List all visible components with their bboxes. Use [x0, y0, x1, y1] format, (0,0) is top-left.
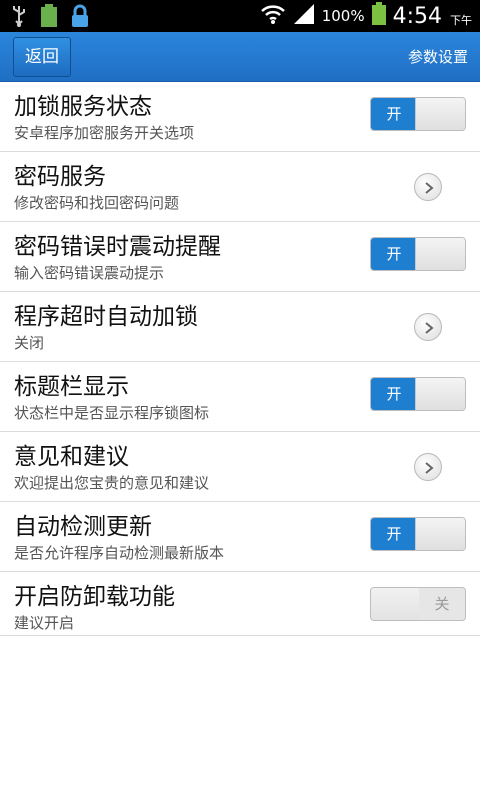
- setting-title: 密码服务: [14, 164, 106, 190]
- vibrate-toggle[interactable]: 开: [370, 237, 466, 271]
- setting-title: 加锁服务状态: [14, 94, 152, 120]
- usb-icon: [10, 4, 28, 32]
- setting-title: 标题栏显示: [14, 374, 129, 400]
- clock-time: 4:54: [392, 3, 442, 29]
- page-title: 参数设置: [407, 48, 468, 66]
- setting-lock-service-status[interactable]: 加锁服务状态 安卓程序加密服务开关选项 开: [0, 82, 480, 152]
- toggle-knob: [371, 588, 421, 620]
- battery-full-small-icon: [40, 3, 58, 33]
- setting-subtitle: 建议开启: [14, 614, 75, 632]
- wifi-icon: [260, 3, 286, 29]
- toggle-knob: [415, 378, 465, 410]
- setting-title: 意见和建议: [14, 444, 129, 470]
- setting-subtitle: 安卓程序加密服务开关选项: [14, 124, 195, 142]
- setting-title: 自动检测更新: [14, 514, 152, 540]
- status-bar-system: 100% 4:54 下午: [260, 0, 472, 32]
- clock-ampm: 下午: [450, 14, 472, 27]
- status-bar-notifications: [10, 3, 90, 33]
- lock-service-toggle[interactable]: 开: [370, 97, 466, 131]
- setting-title: 开启防卸载功能: [14, 584, 175, 610]
- setting-title: 程序超时自动加锁: [14, 304, 198, 330]
- toggle-state-label: 开: [371, 518, 417, 550]
- toggle-state-label: 关: [419, 588, 465, 620]
- lock-icon: [70, 4, 90, 32]
- toggle-state-label: 开: [371, 378, 417, 410]
- setting-timeout-auto-lock[interactable]: 程序超时自动加锁 关闭: [0, 292, 480, 362]
- setting-subtitle: 状态栏中是否显示程序锁图标: [14, 404, 210, 422]
- chevron-right-icon[interactable]: [414, 453, 442, 481]
- auto-update-toggle[interactable]: 开: [370, 517, 466, 551]
- setting-subtitle: 输入密码错误震动提示: [14, 264, 165, 282]
- setting-anti-uninstall[interactable]: 开启防卸载功能 建议开启 关: [0, 572, 480, 636]
- chevron-right-icon[interactable]: [414, 173, 442, 201]
- toggle-knob: [415, 518, 465, 550]
- signal-icon: [292, 3, 316, 29]
- setting-title: 密码错误时震动提醒: [14, 234, 221, 260]
- setting-subtitle: 是否允许程序自动检测最新版本: [14, 544, 225, 562]
- setting-subtitle: 欢迎提出您宝贵的意见和建议: [14, 474, 210, 492]
- setting-password-service[interactable]: 密码服务 修改密码和找回密码问题: [0, 152, 480, 222]
- titlebar-display-toggle[interactable]: 开: [370, 377, 466, 411]
- setting-wrong-password-vibrate[interactable]: 密码错误时震动提醒 输入密码错误震动提示 开: [0, 222, 480, 292]
- status-bar: 100% 4:54 下午: [0, 0, 480, 32]
- setting-feedback[interactable]: 意见和建议 欢迎提出您宝贵的意见和建议: [0, 432, 480, 502]
- anti-uninstall-toggle[interactable]: 关: [370, 587, 466, 621]
- toggle-knob: [415, 238, 465, 270]
- battery-icon: [371, 2, 387, 30]
- back-button[interactable]: 返回: [13, 37, 71, 77]
- settings-list: 加锁服务状态 安卓程序加密服务开关选项 开 密码服务 修改密码和找回密码问题 密…: [0, 82, 480, 636]
- title-bar: 返回 参数设置: [0, 32, 480, 82]
- battery-percent: 100%: [321, 7, 365, 25]
- setting-subtitle: 修改密码和找回密码问题: [14, 194, 180, 212]
- setting-titlebar-display[interactable]: 标题栏显示 状态栏中是否显示程序锁图标 开: [0, 362, 480, 432]
- toggle-state-label: 开: [371, 238, 417, 270]
- setting-subtitle: 关闭: [14, 334, 45, 352]
- setting-auto-update-check[interactable]: 自动检测更新 是否允许程序自动检测最新版本 开: [0, 502, 480, 572]
- chevron-right-icon[interactable]: [414, 313, 442, 341]
- toggle-state-label: 开: [371, 98, 417, 130]
- toggle-knob: [415, 98, 465, 130]
